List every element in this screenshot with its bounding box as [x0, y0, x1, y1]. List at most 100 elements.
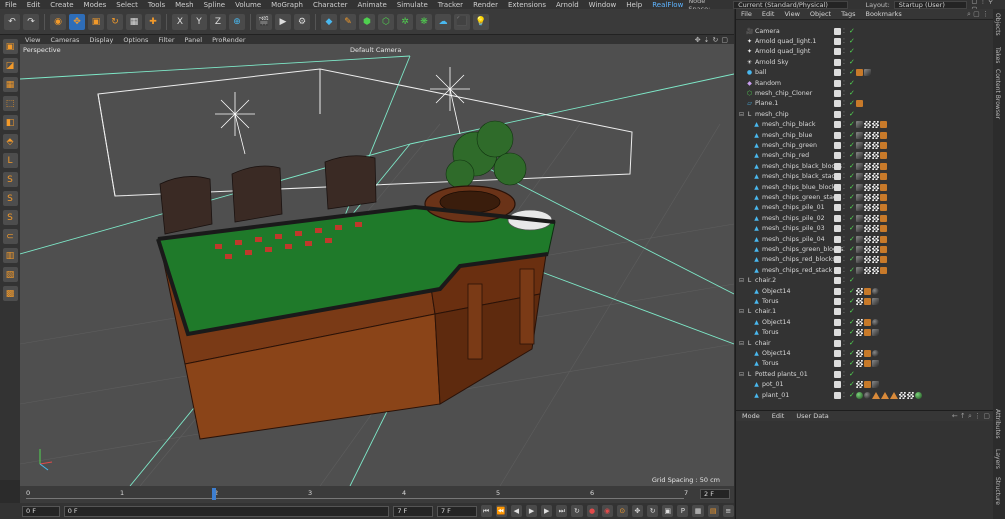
object-row[interactable]: ▲ mesh_chip_red ⁚ ✓ — [736, 151, 994, 161]
menu-mograph[interactable]: MoGraph — [266, 1, 308, 9]
object-row[interactable]: ⊟ Lchair.2 ⁚ ✓ — [736, 276, 994, 286]
enabled-check-icon[interactable]: ✓ — [849, 246, 855, 253]
timeline-menu-icon[interactable]: ≡ — [722, 505, 734, 517]
layer-swatch[interactable] — [834, 225, 841, 233]
menu-edit[interactable]: Edit — [22, 1, 46, 9]
scale-icon[interactable]: ▣ — [88, 13, 104, 30]
tri-tag-icon[interactable] — [890, 391, 898, 399]
object-row[interactable]: ▲ mesh_chip_green ⁚ ✓ — [736, 140, 994, 150]
object-row[interactable]: ▱ Plane.1 ⁚ ✓ — [736, 99, 994, 109]
attr-menu-mode[interactable]: Mode — [736, 412, 766, 420]
object-row[interactable]: ▲ mesh_chips_pile_04 ⁚ ✓ — [736, 234, 994, 244]
mat-tag-icon[interactable] — [872, 381, 879, 389]
object-row[interactable]: ▲ mesh_chips_blue_blocks ⁚ ✓ — [736, 182, 994, 192]
mat-tag-icon[interactable] — [856, 235, 863, 243]
chk-t-tag-icon[interactable] — [864, 246, 871, 254]
grid-icon[interactable]: ▧ — [2, 267, 18, 282]
lock-workplane-icon[interactable]: ▩ — [2, 286, 18, 301]
layer-swatch[interactable] — [834, 298, 841, 306]
prev-frame-icon[interactable]: ◀ — [510, 505, 522, 517]
object-row[interactable]: ▲ Object14 ⁚ ✓ — [736, 286, 994, 296]
chk-t-tag-icon[interactable] — [864, 131, 871, 139]
attr-menu-user-data[interactable]: User Data — [790, 412, 834, 420]
layer-swatch[interactable] — [834, 256, 841, 264]
chk-t-tag-icon[interactable] — [872, 194, 879, 202]
magnet-icon[interactable]: ⊂ — [2, 229, 18, 244]
menu-file[interactable]: File — [0, 1, 22, 9]
quantize-icon[interactable]: S — [2, 210, 18, 225]
visibility-dots-icon[interactable]: ⁚ — [843, 48, 845, 55]
layer-swatch[interactable] — [834, 90, 841, 98]
visibility-dots-icon[interactable]: ⁚ — [843, 236, 845, 243]
object-row[interactable]: ▲ plant_01 ⁚ ✓ — [736, 390, 994, 400]
chk-t-tag-icon[interactable] — [864, 173, 871, 181]
chk-t-tag-icon[interactable] — [907, 391, 914, 399]
enabled-check-icon[interactable]: ✓ — [849, 152, 855, 159]
visibility-dots-icon[interactable]: ⁚ — [843, 308, 845, 315]
object-row[interactable]: ⊟ Lmesh_chip ⁚ ✓ — [736, 109, 994, 119]
ball-tag-icon[interactable] — [872, 318, 879, 326]
menu-extensions[interactable]: Extensions — [503, 1, 551, 9]
workplane-icon[interactable]: ▥ — [2, 248, 18, 263]
enabled-check-icon[interactable]: ✓ — [849, 225, 855, 232]
chk-t-tag-icon[interactable] — [872, 214, 879, 222]
menu-tools[interactable]: Tools — [143, 1, 170, 9]
visibility-dots-icon[interactable]: ⁚ — [843, 173, 845, 180]
object-row[interactable]: ⊟ L Potted plants_01 ⁚ ✓ — [736, 369, 994, 379]
visibility-dots-icon[interactable]: ⁚ — [843, 100, 845, 107]
chk-t-tag-icon[interactable] — [872, 183, 879, 191]
visibility-dots-icon[interactable]: ⁚ — [843, 28, 845, 35]
pan-icon[interactable]: ✥ — [695, 36, 701, 44]
next-frame-icon[interactable]: ▶ — [541, 505, 553, 517]
object-row[interactable]: ▲ mesh_chips_pile_03 ⁚ ✓ — [736, 224, 994, 234]
prev-key-icon[interactable]: ⏪ — [495, 505, 507, 517]
deformer-icon[interactable]: ❋ — [416, 13, 432, 30]
side-tab-content-browser[interactable]: Content Browser — [994, 69, 1001, 119]
org-tag-icon[interactable] — [864, 287, 871, 295]
menu-window[interactable]: Window — [584, 1, 622, 9]
snap-icon[interactable]: S — [2, 172, 18, 187]
rotate-icon[interactable]: ↻ — [107, 13, 123, 30]
layer-swatch[interactable] — [834, 183, 841, 191]
enabled-check-icon[interactable]: ✓ — [849, 350, 855, 357]
visibility-dots-icon[interactable]: ⁚ — [843, 350, 845, 357]
model-mode-icon[interactable]: ◪ — [2, 58, 18, 73]
enabled-check-icon[interactable]: ✓ — [849, 204, 855, 211]
enabled-check-icon[interactable]: ✓ — [849, 69, 855, 76]
play-icon[interactable]: ▶ — [525, 505, 538, 517]
chk-t-tag-icon[interactable] — [856, 360, 863, 368]
layer-swatch[interactable] — [834, 131, 841, 139]
grn-tag-icon[interactable] — [915, 391, 922, 399]
chk-t-tag-icon[interactable] — [872, 235, 879, 243]
ball-tag-icon[interactable] — [872, 350, 879, 358]
layer-swatch[interactable] — [834, 162, 841, 170]
object-row[interactable]: ✦ Arnold quad_light ⁚ ✓ — [736, 47, 994, 57]
enabled-check-icon[interactable]: ✓ — [849, 391, 855, 399]
object-row[interactable]: 🎥 Camera ⁚ ✓ — [736, 26, 994, 36]
object-row[interactable]: ● ball ⁚ ✓ — [736, 68, 994, 78]
subdivision-icon[interactable]: ⬢ — [359, 13, 375, 30]
layer-swatch[interactable] — [834, 38, 841, 46]
expand-toggle-icon[interactable]: ⊟ — [738, 371, 745, 378]
object-row[interactable]: ▲ Torus ⁚ ✓ — [736, 359, 994, 369]
object-row[interactable]: ⊟ Lchair ⁚ ✓ — [736, 338, 994, 348]
om-search-icon[interactable]: ⌕ ▢ ⋮ — [967, 10, 993, 19]
enabled-check-icon[interactable]: ✓ — [849, 381, 855, 388]
object-row[interactable]: ▲ mesh_chips_black_blocks ⁚ ✓ — [736, 161, 994, 171]
object-row[interactable]: ◆ Random ⁚ ✓ — [736, 78, 994, 88]
enabled-check-icon[interactable]: ✓ — [849, 308, 855, 315]
mat-tag-icon[interactable] — [856, 214, 863, 222]
enabled-check-icon[interactable]: ✓ — [849, 110, 855, 118]
enabled-check-icon[interactable]: ✓ — [849, 318, 855, 326]
layer-swatch[interactable] — [834, 350, 841, 358]
org-tag-icon[interactable] — [864, 298, 871, 306]
visibility-dots-icon[interactable]: ⁚ — [843, 163, 845, 170]
layer-swatch[interactable] — [834, 287, 841, 295]
viewport-menu-options[interactable]: Options — [118, 36, 153, 44]
layer-swatch[interactable] — [834, 214, 841, 222]
visibility-dots-icon[interactable]: ⁚ — [843, 246, 845, 253]
visibility-dots-icon[interactable]: ⁚ — [843, 392, 845, 399]
visibility-dots-icon[interactable]: ⁚ — [843, 142, 845, 149]
org-tag-icon[interactable] — [864, 350, 871, 358]
menu-arnold[interactable]: Arnold — [551, 1, 584, 9]
